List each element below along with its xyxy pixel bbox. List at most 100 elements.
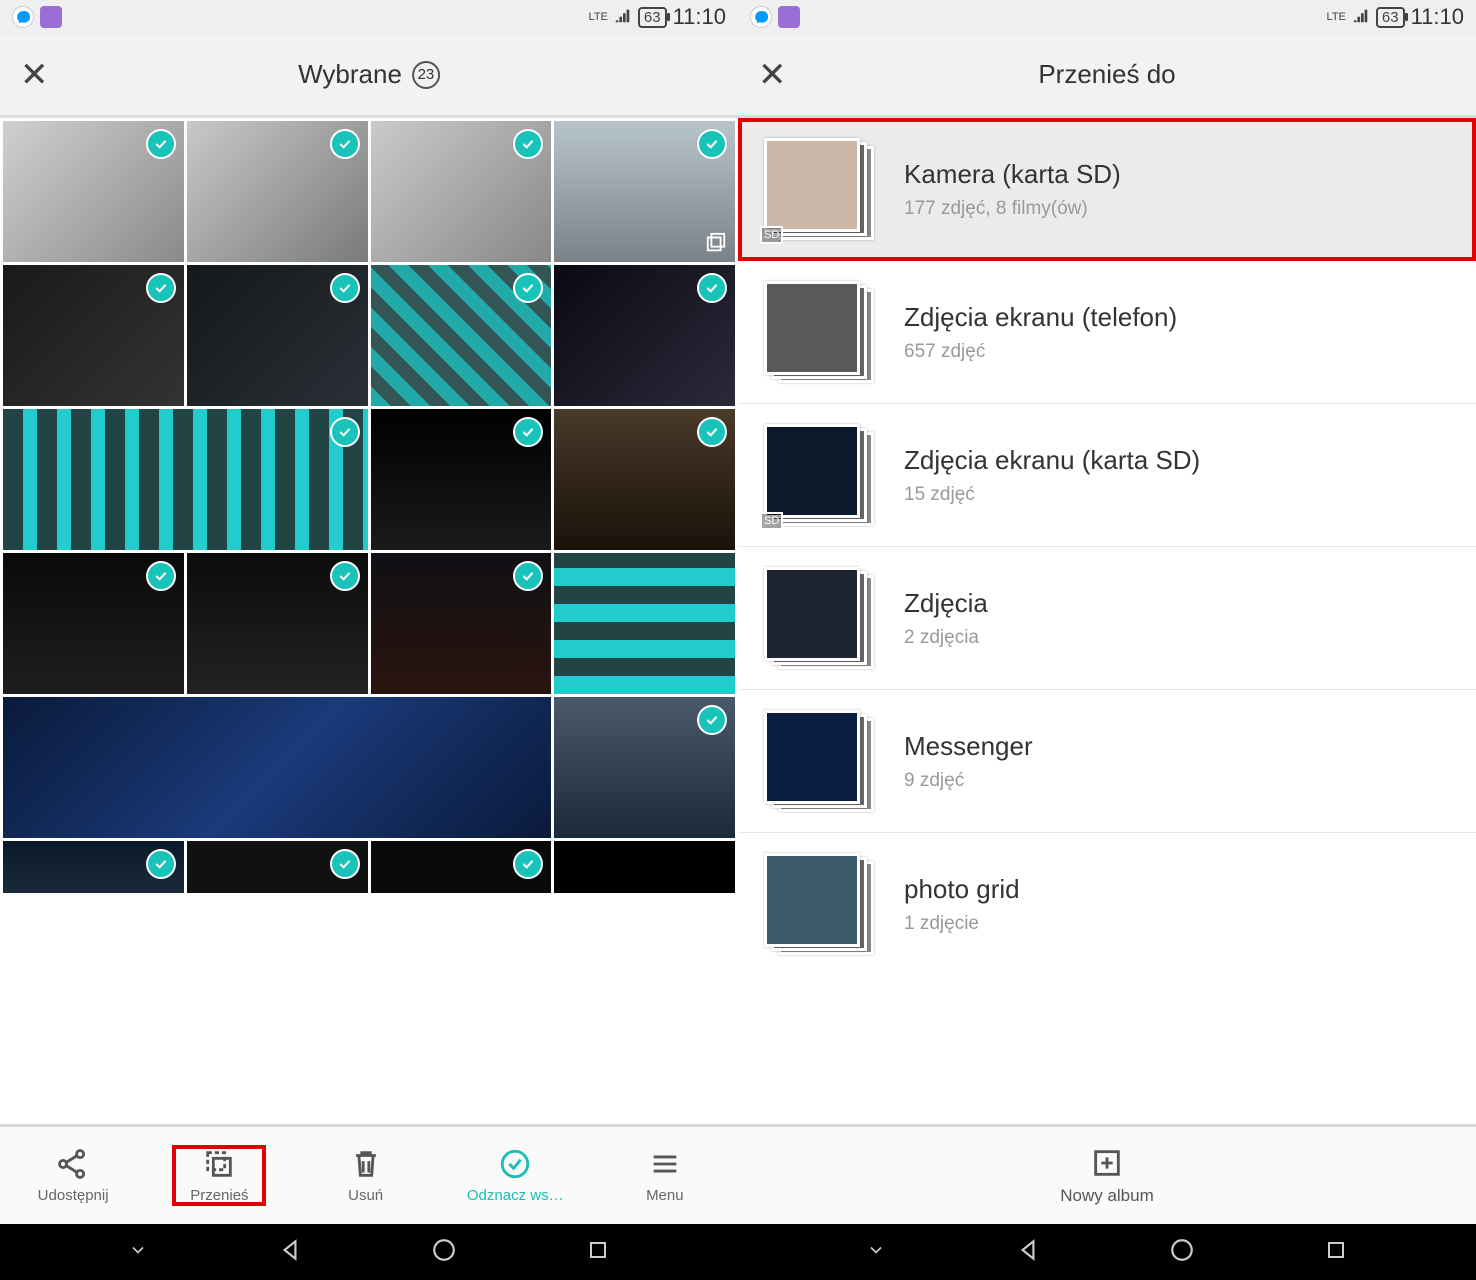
checkmark-icon <box>146 273 176 303</box>
chevron-down-icon[interactable] <box>128 1240 148 1265</box>
album-title: Kamera (karta SD) <box>904 159 1121 190</box>
checkmark-icon <box>330 849 360 879</box>
share-label: Udostępnij <box>38 1187 109 1204</box>
album-thumbnail <box>764 567 874 669</box>
checkmark-icon <box>697 129 727 159</box>
checkmark-icon <box>330 273 360 303</box>
photo-thumbnail[interactable] <box>554 409 735 550</box>
album-row[interactable]: Zdjęcia 2 zdjęcia <box>738 547 1476 690</box>
network-type: LTE <box>589 12 608 23</box>
back-icon[interactable] <box>1015 1237 1041 1268</box>
photo-thumbnail[interactable] <box>187 265 368 406</box>
album-subtitle: 15 zdjęć <box>904 484 1200 506</box>
photo-thumbnail[interactable] <box>3 553 184 694</box>
album-row[interactable]: Zdjęcia ekranu (telefon) 657 zdjęć <box>738 261 1476 404</box>
photo-thumbnail[interactable] <box>3 265 184 406</box>
home-icon[interactable] <box>431 1237 457 1268</box>
selection-header: ✕ Wybrane 23 <box>0 34 738 118</box>
sd-badge: SD <box>760 512 783 530</box>
album-thumbnail <box>764 710 874 812</box>
photo-thumbnail[interactable] <box>3 121 184 262</box>
battery-indicator: 63 <box>638 7 667 28</box>
close-icon[interactable]: ✕ <box>20 58 49 92</box>
album-subtitle: 177 zdjęć, 8 filmy(ów) <box>904 198 1121 220</box>
deselect-label: Odznacz ws… <box>467 1187 564 1204</box>
android-navbar <box>0 1224 738 1280</box>
album-subtitle: 657 zdjęć <box>904 341 1177 363</box>
album-thumbnail <box>764 281 874 383</box>
checkmark-icon <box>330 129 360 159</box>
checkmark-icon <box>146 129 176 159</box>
photo-thumbnail[interactable] <box>3 841 184 893</box>
album-subtitle: 2 zdjęcia <box>904 627 988 649</box>
album-row[interactable]: SDKamera (karta SD)177 zdjęć, 8 filmy(ów… <box>738 118 1476 261</box>
messenger-icon <box>12 6 34 28</box>
burst-icon <box>705 232 727 254</box>
photo-thumbnail[interactable] <box>371 409 552 550</box>
status-bar: LTE 63 11:10 <box>0 0 738 34</box>
selection-count: 23 <box>412 61 440 89</box>
recent-icon[interactable] <box>1324 1238 1348 1267</box>
album-title: Messenger <box>904 731 1033 762</box>
move-label: Przenieś <box>190 1187 248 1204</box>
checkmark-icon <box>697 705 727 735</box>
network-type: LTE <box>1327 12 1346 23</box>
album-row[interactable]: photo grid 1 zdjęcie <box>738 833 1476 955</box>
photo-thumbnail[interactable] <box>554 553 735 694</box>
photo-thumbnail[interactable] <box>554 121 735 262</box>
clock: 11:10 <box>673 4 726 30</box>
signal-icon <box>614 6 632 29</box>
recent-icon[interactable] <box>586 1238 610 1267</box>
checkmark-icon <box>146 849 176 879</box>
photo-thumbnail[interactable] <box>187 553 368 694</box>
checkmark-icon <box>330 417 360 447</box>
delete-button[interactable]: Usuń <box>321 1147 411 1204</box>
album-row[interactable]: SDZdjęcia ekranu (karta SD)15 zdjęć <box>738 404 1476 547</box>
album-subtitle: 9 zdjęć <box>904 770 1033 792</box>
share-button[interactable]: Udostępnij <box>28 1147 118 1204</box>
album-list[interactable]: SD Kamera (karta SD) 177 zdjęć, 8 filmy(ów… <box>738 118 1476 1124</box>
back-icon[interactable] <box>277 1237 303 1268</box>
clock: 11:10 <box>1411 4 1464 30</box>
checkmark-icon <box>330 561 360 591</box>
photo-grid[interactable] <box>0 118 738 1124</box>
home-icon[interactable] <box>1169 1237 1195 1268</box>
photo-thumbnail[interactable] <box>3 409 368 550</box>
photo-thumbnail[interactable] <box>187 841 368 893</box>
photo-thumbnail[interactable] <box>3 697 551 838</box>
photo-thumbnail[interactable] <box>371 841 552 893</box>
photo-thumbnail[interactable] <box>554 841 735 893</box>
chevron-down-icon[interactable] <box>866 1240 886 1265</box>
bottom-actions: Udostępnij Przenieś Usuń Odznacz ws… Men… <box>0 1124 738 1224</box>
album-thumbnail: SD <box>764 424 874 526</box>
album-subtitle: 1 zdjęcie <box>904 913 1020 935</box>
move-button[interactable]: Przenieś <box>174 1147 264 1204</box>
photo-thumbnail[interactable] <box>554 265 735 406</box>
album-title: Zdjęcia <box>904 588 988 619</box>
album-row[interactable]: Messenger 9 zdjęć <box>738 690 1476 833</box>
album-title: photo grid <box>904 874 1020 905</box>
menu-label: Menu <box>646 1187 684 1204</box>
photo-thumbnail[interactable] <box>187 121 368 262</box>
app-icon <box>40 6 62 28</box>
photo-thumbnail[interactable] <box>371 553 552 694</box>
photo-thumbnail[interactable] <box>554 697 735 838</box>
header-title: Przenieś do <box>1038 59 1175 90</box>
close-icon[interactable]: ✕ <box>758 58 787 92</box>
checkmark-icon <box>146 561 176 591</box>
battery-indicator: 63 <box>1376 7 1405 28</box>
album-title: Zdjęcia ekranu (telefon) <box>904 302 1177 333</box>
delete-label: Usuń <box>348 1187 383 1204</box>
menu-button[interactable]: Menu <box>620 1147 710 1204</box>
new-album-button[interactable]: Nowy album <box>738 1124 1476 1224</box>
photo-thumbnail[interactable] <box>371 265 552 406</box>
deselect-button[interactable]: Odznacz ws… <box>467 1147 564 1204</box>
android-navbar <box>738 1224 1476 1280</box>
messenger-icon <box>750 6 772 28</box>
left-screen: LTE 63 11:10 ✕ Wybrane 23 Udostępnij Prz… <box>0 0 738 1280</box>
signal-icon <box>1352 6 1370 29</box>
photo-thumbnail[interactable] <box>371 121 552 262</box>
status-bar: LTE 63 11:10 <box>738 0 1476 34</box>
checkmark-icon <box>697 273 727 303</box>
new-album-label: Nowy album <box>1060 1186 1154 1206</box>
